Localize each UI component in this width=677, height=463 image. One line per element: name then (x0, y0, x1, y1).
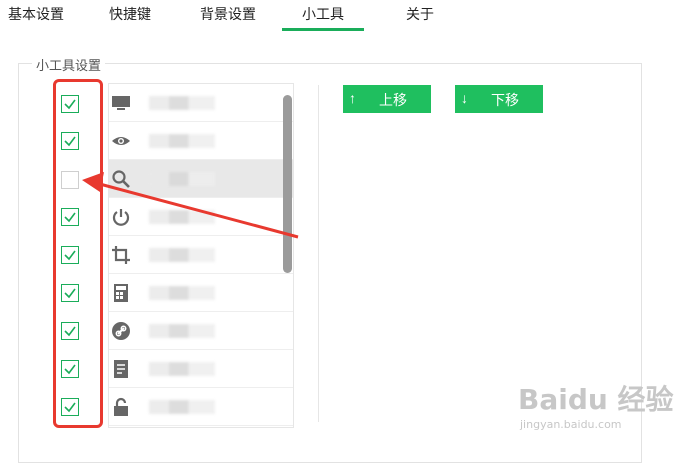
baidu-watermark: Baidu 经验 jingyan.baidu.com (518, 378, 674, 438)
watermark-brand: Baidu 经验 (518, 383, 674, 416)
watermark-url: jingyan.baidu.com (520, 418, 622, 431)
